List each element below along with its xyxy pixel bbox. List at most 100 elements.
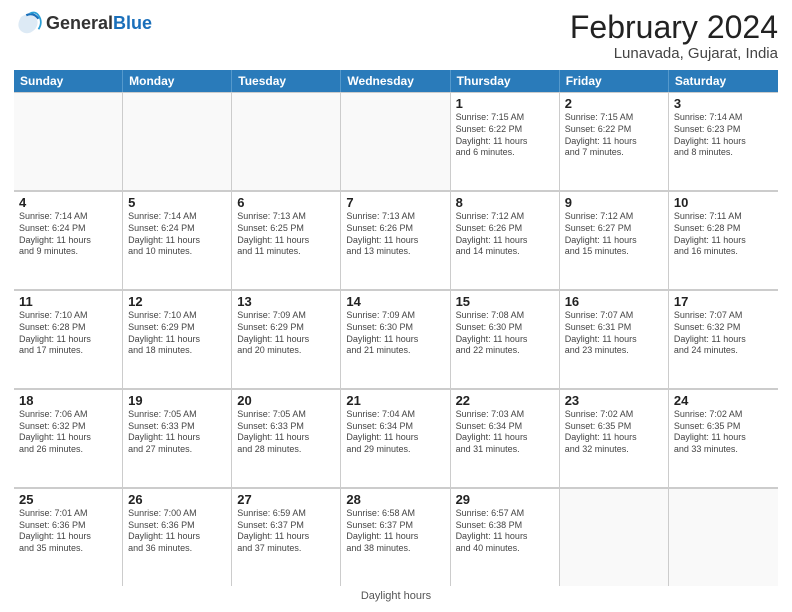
month-title: February 2024 xyxy=(570,10,778,45)
header-day-tuesday: Tuesday xyxy=(232,70,341,92)
day-cell-24: 24Sunrise: 7:02 AM Sunset: 6:35 PM Dayli… xyxy=(669,389,778,487)
day-cell-2: 2Sunrise: 7:15 AM Sunset: 6:22 PM Daylig… xyxy=(560,92,669,190)
day-number: 28 xyxy=(346,492,444,507)
logo-text: GeneralBlue xyxy=(46,14,152,34)
day-info: Sunrise: 7:14 AM Sunset: 6:24 PM Dayligh… xyxy=(128,211,226,258)
calendar-header: SundayMondayTuesdayWednesdayThursdayFrid… xyxy=(14,70,778,92)
day-number: 14 xyxy=(346,294,444,309)
day-info: Sunrise: 7:13 AM Sunset: 6:26 PM Dayligh… xyxy=(346,211,444,258)
calendar-page: GeneralBlue February 2024 Lunavada, Guja… xyxy=(0,0,792,612)
day-cell-19: 19Sunrise: 7:05 AM Sunset: 6:33 PM Dayli… xyxy=(123,389,232,487)
day-number: 27 xyxy=(237,492,335,507)
day-cell-3: 3Sunrise: 7:14 AM Sunset: 6:23 PM Daylig… xyxy=(669,92,778,190)
day-cell-7: 7Sunrise: 7:13 AM Sunset: 6:26 PM Daylig… xyxy=(341,191,450,289)
day-cell-17: 17Sunrise: 7:07 AM Sunset: 6:32 PM Dayli… xyxy=(669,290,778,388)
day-number: 10 xyxy=(674,195,773,210)
day-cell-22: 22Sunrise: 7:03 AM Sunset: 6:34 PM Dayli… xyxy=(451,389,560,487)
day-cell-29: 29Sunrise: 6:57 AM Sunset: 6:38 PM Dayli… xyxy=(451,488,560,586)
day-number: 6 xyxy=(237,195,335,210)
day-info: Sunrise: 7:09 AM Sunset: 6:30 PM Dayligh… xyxy=(346,310,444,357)
day-info: Sunrise: 7:12 AM Sunset: 6:27 PM Dayligh… xyxy=(565,211,663,258)
calendar-row-2: 4Sunrise: 7:14 AM Sunset: 6:24 PM Daylig… xyxy=(14,191,778,290)
day-number: 29 xyxy=(456,492,554,507)
day-cell-6: 6Sunrise: 7:13 AM Sunset: 6:25 PM Daylig… xyxy=(232,191,341,289)
day-number: 18 xyxy=(19,393,117,408)
header-day-sunday: Sunday xyxy=(14,70,123,92)
day-number: 5 xyxy=(128,195,226,210)
day-info: Sunrise: 6:57 AM Sunset: 6:38 PM Dayligh… xyxy=(456,508,554,555)
day-info: Sunrise: 7:08 AM Sunset: 6:30 PM Dayligh… xyxy=(456,310,554,357)
day-cell-28: 28Sunrise: 6:58 AM Sunset: 6:37 PM Dayli… xyxy=(341,488,450,586)
day-info: Sunrise: 7:15 AM Sunset: 6:22 PM Dayligh… xyxy=(565,112,663,159)
header-day-wednesday: Wednesday xyxy=(341,70,450,92)
day-number: 13 xyxy=(237,294,335,309)
day-info: Sunrise: 6:59 AM Sunset: 6:37 PM Dayligh… xyxy=(237,508,335,555)
day-info: Sunrise: 7:05 AM Sunset: 6:33 PM Dayligh… xyxy=(237,409,335,456)
day-cell-11: 11Sunrise: 7:10 AM Sunset: 6:28 PM Dayli… xyxy=(14,290,123,388)
day-cell-9: 9Sunrise: 7:12 AM Sunset: 6:27 PM Daylig… xyxy=(560,191,669,289)
day-number: 25 xyxy=(19,492,117,507)
day-cell-15: 15Sunrise: 7:08 AM Sunset: 6:30 PM Dayli… xyxy=(451,290,560,388)
header-day-thursday: Thursday xyxy=(451,70,560,92)
day-number: 2 xyxy=(565,96,663,111)
day-cell-4: 4Sunrise: 7:14 AM Sunset: 6:24 PM Daylig… xyxy=(14,191,123,289)
day-number: 9 xyxy=(565,195,663,210)
logo-icon xyxy=(14,10,42,38)
day-number: 3 xyxy=(674,96,773,111)
day-number: 4 xyxy=(19,195,117,210)
calendar: SundayMondayTuesdayWednesdayThursdayFrid… xyxy=(14,70,778,586)
day-cell-23: 23Sunrise: 7:02 AM Sunset: 6:35 PM Dayli… xyxy=(560,389,669,487)
calendar-row-3: 11Sunrise: 7:10 AM Sunset: 6:28 PM Dayli… xyxy=(14,290,778,389)
day-info: Sunrise: 7:07 AM Sunset: 6:31 PM Dayligh… xyxy=(565,310,663,357)
day-number: 21 xyxy=(346,393,444,408)
footer-note: Daylight hours xyxy=(14,590,778,602)
day-cell-12: 12Sunrise: 7:10 AM Sunset: 6:29 PM Dayli… xyxy=(123,290,232,388)
day-number: 1 xyxy=(456,96,554,111)
day-info: Sunrise: 7:05 AM Sunset: 6:33 PM Dayligh… xyxy=(128,409,226,456)
day-cell-26: 26Sunrise: 7:00 AM Sunset: 6:36 PM Dayli… xyxy=(123,488,232,586)
day-info: Sunrise: 7:03 AM Sunset: 6:34 PM Dayligh… xyxy=(456,409,554,456)
day-cell-13: 13Sunrise: 7:09 AM Sunset: 6:29 PM Dayli… xyxy=(232,290,341,388)
empty-cell xyxy=(560,488,669,586)
calendar-row-1: 1Sunrise: 7:15 AM Sunset: 6:22 PM Daylig… xyxy=(14,92,778,191)
day-info: Sunrise: 7:14 AM Sunset: 6:24 PM Dayligh… xyxy=(19,211,117,258)
header-day-monday: Monday xyxy=(123,70,232,92)
day-info: Sunrise: 7:10 AM Sunset: 6:29 PM Dayligh… xyxy=(128,310,226,357)
day-cell-16: 16Sunrise: 7:07 AM Sunset: 6:31 PM Dayli… xyxy=(560,290,669,388)
day-number: 23 xyxy=(565,393,663,408)
day-info: Sunrise: 7:09 AM Sunset: 6:29 PM Dayligh… xyxy=(237,310,335,357)
day-info: Sunrise: 7:02 AM Sunset: 6:35 PM Dayligh… xyxy=(565,409,663,456)
day-cell-10: 10Sunrise: 7:11 AM Sunset: 6:28 PM Dayli… xyxy=(669,191,778,289)
header-day-friday: Friday xyxy=(560,70,669,92)
day-cell-5: 5Sunrise: 7:14 AM Sunset: 6:24 PM Daylig… xyxy=(123,191,232,289)
calendar-body: 1Sunrise: 7:15 AM Sunset: 6:22 PM Daylig… xyxy=(14,92,778,586)
day-info: Sunrise: 7:01 AM Sunset: 6:36 PM Dayligh… xyxy=(19,508,117,555)
title-block: February 2024 Lunavada, Gujarat, India xyxy=(570,10,778,62)
day-info: Sunrise: 7:07 AM Sunset: 6:32 PM Dayligh… xyxy=(674,310,773,357)
day-info: Sunrise: 7:04 AM Sunset: 6:34 PM Dayligh… xyxy=(346,409,444,456)
empty-cell xyxy=(232,92,341,190)
day-cell-18: 18Sunrise: 7:06 AM Sunset: 6:32 PM Dayli… xyxy=(14,389,123,487)
day-number: 15 xyxy=(456,294,554,309)
day-number: 12 xyxy=(128,294,226,309)
day-number: 24 xyxy=(674,393,773,408)
empty-cell xyxy=(14,92,123,190)
header-day-saturday: Saturday xyxy=(669,70,778,92)
day-cell-20: 20Sunrise: 7:05 AM Sunset: 6:33 PM Dayli… xyxy=(232,389,341,487)
day-info: Sunrise: 7:14 AM Sunset: 6:23 PM Dayligh… xyxy=(674,112,773,159)
logo: GeneralBlue xyxy=(14,10,152,38)
day-cell-21: 21Sunrise: 7:04 AM Sunset: 6:34 PM Dayli… xyxy=(341,389,450,487)
day-number: 22 xyxy=(456,393,554,408)
day-cell-25: 25Sunrise: 7:01 AM Sunset: 6:36 PM Dayli… xyxy=(14,488,123,586)
day-info: Sunrise: 6:58 AM Sunset: 6:37 PM Dayligh… xyxy=(346,508,444,555)
day-info: Sunrise: 7:02 AM Sunset: 6:35 PM Dayligh… xyxy=(674,409,773,456)
day-number: 8 xyxy=(456,195,554,210)
empty-cell xyxy=(669,488,778,586)
page-header: GeneralBlue February 2024 Lunavada, Guja… xyxy=(14,10,778,62)
day-cell-8: 8Sunrise: 7:12 AM Sunset: 6:26 PM Daylig… xyxy=(451,191,560,289)
day-number: 16 xyxy=(565,294,663,309)
day-number: 17 xyxy=(674,294,773,309)
day-info: Sunrise: 7:15 AM Sunset: 6:22 PM Dayligh… xyxy=(456,112,554,159)
empty-cell xyxy=(341,92,450,190)
day-info: Sunrise: 7:11 AM Sunset: 6:28 PM Dayligh… xyxy=(674,211,773,258)
